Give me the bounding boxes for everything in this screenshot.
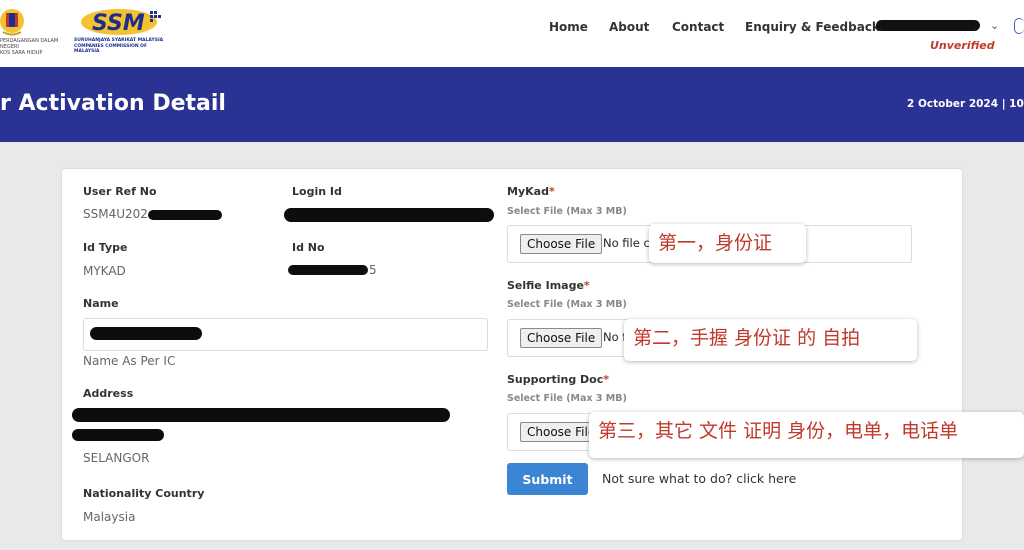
login-id-label: Login Id [292, 185, 342, 198]
ssm-logo-text: SSM [92, 11, 145, 36]
help-link[interactable]: Not sure what to do? click here [602, 471, 796, 486]
ssm-subtitle: SURUHANJAYA SYARIKAT MALAYSIA COMPANIES … [74, 38, 164, 54]
mykad-annotation: 第一，身份证 [649, 224, 806, 263]
address-state: SELANGOR [83, 451, 150, 465]
required-asterisk: * [548, 185, 555, 198]
page-title: r Activation Detail [0, 91, 226, 116]
id-no-label: Id No [292, 241, 325, 254]
ministry-name: PERDAGANGAN DALAM NEGERI KOS SARA HIDUP [0, 38, 59, 56]
id-no-suffix: 5 [369, 263, 377, 277]
supporting-doc-hint: Select File (Max 3 MB) [507, 393, 627, 404]
address-label: Address [83, 387, 134, 400]
submit-button[interactable]: Submit [507, 463, 588, 495]
address-line2-redacted [72, 429, 164, 441]
mykad-choose-file-button[interactable]: Choose File [520, 234, 603, 254]
selfie-hint: Select File (Max 3 MB) [507, 299, 627, 310]
id-no-redacted [288, 265, 368, 275]
selfie-label: Selfie Image* [507, 279, 590, 292]
nav-home[interactable]: Home [549, 20, 588, 36]
nav-about[interactable]: About [609, 20, 649, 36]
chevron-down-icon[interactable]: ⌄ [990, 19, 999, 32]
supporting-doc-annotation: 第三，其它 文件 证明 身份，电单，电话单 [589, 412, 1024, 458]
address-line1-redacted [72, 408, 450, 422]
nav-enquiry-feedback[interactable]: Enquiry & Feedback [745, 20, 880, 36]
user-name-redacted[interactable] [876, 20, 980, 31]
accessibility-icon[interactable] [1014, 18, 1024, 34]
selfie-choose-file-button[interactable]: Choose File [520, 328, 603, 348]
login-id-redacted [284, 208, 494, 222]
required-asterisk: * [583, 279, 590, 292]
user-status-badge: Unverified [930, 39, 995, 52]
selfie-annotation: 第二，手握 身份证 的 自拍 [624, 319, 917, 361]
user-ref-redacted [148, 210, 222, 220]
selfie-file-status: No f [603, 330, 627, 344]
required-asterisk: * [603, 373, 610, 386]
mykad-hint: Select File (Max 3 MB) [507, 206, 627, 217]
page-banner: r Activation Detail 2 October 2024 | 10 … [0, 67, 1024, 142]
id-type-value: MYKAD [83, 264, 126, 278]
id-type-label: Id Type [83, 241, 128, 254]
name-redacted [90, 327, 202, 340]
nationality-label: Nationality Country [83, 487, 205, 500]
top-navbar: PERDAGANGAN DALAM NEGERI KOS SARA HIDUP … [0, 0, 1024, 67]
current-datetime: 2 October 2024 | 10 : 02 [907, 98, 1024, 110]
mykad-label: MyKad* [507, 185, 555, 198]
nationality-value: Malaysia [83, 510, 136, 524]
mykad-file-status: No file c [603, 236, 650, 250]
nav-contact[interactable]: Contact [672, 20, 724, 36]
user-ref-value: SSM4U202 [83, 207, 148, 221]
name-hint: Name As Per IC [83, 354, 176, 368]
user-ref-label: User Ref No [83, 185, 157, 198]
malaysia-crest-icon [0, 9, 24, 36]
supporting-doc-label: Supporting Doc* [507, 373, 610, 386]
name-label: Name [83, 297, 119, 310]
